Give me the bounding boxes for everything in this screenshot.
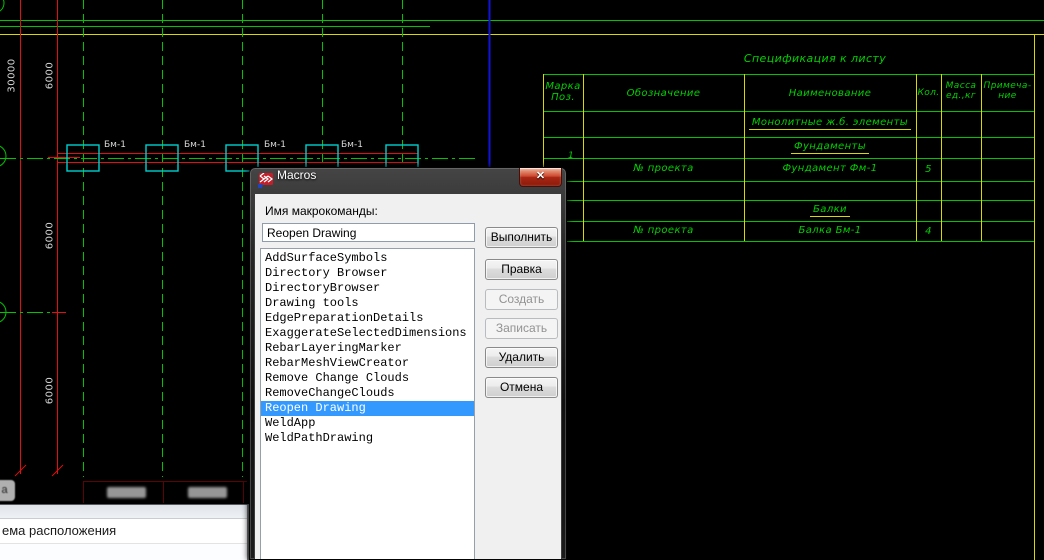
macro-list-item[interactable]: EdgePreparationDetails: [261, 311, 474, 326]
dimension-extension-line: [83, 481, 84, 503]
beam-mark-label: Бм-1: [341, 140, 363, 150]
dimension-value-blurred: [107, 487, 146, 498]
background-panel: ема расположения: [0, 504, 249, 560]
macro-list-item-selected[interactable]: Reopen Drawing: [261, 401, 474, 416]
macro-name-label: Имя макрокоманды:: [265, 204, 378, 218]
macro-list-item[interactable]: Drawing tools: [261, 296, 474, 311]
spec-header-mark: Марка Поз.: [543, 81, 583, 103]
dimension-text-6000: 6000: [45, 212, 56, 260]
spec-cell-name: Фундамент Фм-1: [744, 163, 916, 174]
dialog-client-area: Имя макрокоманды: AddSurfaceSymbols Dire…: [254, 193, 562, 559]
dimension-text-30000: 30000: [7, 52, 18, 100]
tekla-app-icon: [258, 173, 273, 188]
spec-cell-name: Балка Бм-1: [744, 225, 916, 236]
panel-header-strip: [0, 505, 247, 519]
macros-dialog: Macros ✕ Имя макрокоманды: AddSurfaceSym…: [249, 167, 567, 560]
macro-list-item[interactable]: DirectoryBrowser: [261, 281, 474, 296]
spec-table-title: Спецификация к листу: [690, 52, 940, 65]
record-button: Записать: [485, 318, 558, 339]
spec-row-group: Монолитные ж.б. элементы: [744, 117, 916, 130]
spec-cell-designation: № проекта: [583, 225, 744, 236]
macro-list-item[interactable]: ExaggerateSelectedDimensions: [261, 326, 474, 341]
dimension-extension-line: [243, 481, 244, 503]
cad-application-screen: 30000 6000 6000 6000 Бм-1 Бм-1 Бм-1 Бм-1…: [0, 0, 1044, 560]
macro-name-input[interactable]: [262, 223, 475, 242]
macro-listbox[interactable]: AddSurfaceSymbols Directory Browser Dire…: [260, 248, 475, 559]
spec-header-designation: Обозначение: [583, 88, 744, 99]
beam-mark-label: Бм-1: [184, 140, 206, 150]
dimension-line: [83, 481, 247, 482]
close-button[interactable]: ✕: [519, 168, 562, 187]
beam-mark-label: Бм-1: [264, 140, 286, 150]
panel-list-item-empty[interactable]: [0, 544, 247, 560]
create-button: Создать: [485, 289, 558, 310]
macro-list-item[interactable]: RemoveChangeClouds: [261, 386, 474, 401]
dimension-value-blurred: [188, 487, 227, 498]
macro-list-item[interactable]: AddSurfaceSymbols: [261, 251, 474, 266]
axis-bubble-label: а: [0, 480, 15, 501]
spec-row-group: Фундаменты: [744, 141, 916, 154]
spec-row-group: Балки: [744, 204, 916, 217]
dimension-text-6000: 6000: [45, 367, 56, 415]
run-button[interactable]: Выполнить: [485, 227, 558, 248]
panel-list-item[interactable]: ема расположения: [0, 519, 247, 544]
cancel-button[interactable]: Отмена: [485, 377, 558, 398]
close-icon: ✕: [536, 170, 545, 182]
spec-header-note: Примеча- ние: [981, 81, 1034, 101]
macro-list-item[interactable]: Directory Browser: [261, 266, 474, 281]
spec-header-qty: Кол.: [916, 88, 941, 98]
spec-cell-qty: 4: [916, 226, 941, 237]
dimmed-dimension-band: а: [0, 478, 249, 504]
macro-list-item[interactable]: RebarMeshViewCreator: [261, 356, 474, 371]
spec-cell-qty: 5: [916, 164, 941, 175]
spec-cell-designation: № проекта: [583, 163, 744, 174]
edit-button[interactable]: Правка: [485, 259, 558, 280]
dimension-text-6000: 6000: [45, 52, 56, 100]
macro-list-item[interactable]: WeldPathDrawing: [261, 431, 474, 446]
beam-mark-label: Бм-1: [104, 140, 126, 150]
macro-list-item[interactable]: Remove Change Clouds: [261, 371, 474, 386]
spec-header-mass: Масса ед.,кг: [941, 81, 981, 101]
dialog-title: Macros: [277, 168, 316, 193]
delete-button[interactable]: Удалить: [485, 347, 558, 368]
macro-list-item[interactable]: RebarLayeringMarker: [261, 341, 474, 356]
macro-list-item[interactable]: WeldApp: [261, 416, 474, 431]
spec-header-name: Наименование: [744, 88, 916, 99]
spec-cell-mark-fragment: 1: [568, 151, 574, 161]
dimension-extension-line: [163, 481, 164, 503]
